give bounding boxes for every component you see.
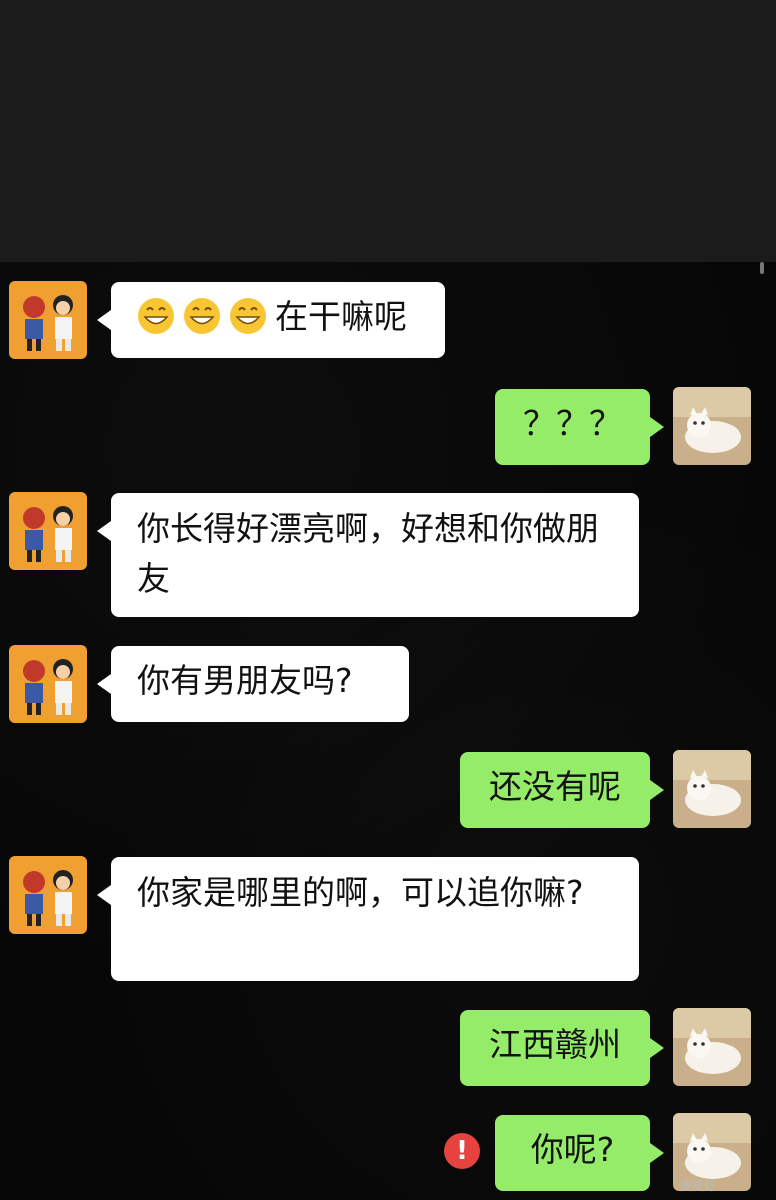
contact-avatar-icon[interactable] (9, 645, 87, 723)
message-text: 还没有呢 (489, 767, 621, 806)
message-bubble[interactable]: 你呢? (495, 1115, 664, 1191)
message-text: 你家是哪里的啊，可以追你嘛? (137, 873, 584, 912)
message-text: 你有男朋友吗? (137, 661, 353, 700)
exclamation-icon[interactable]: ! (444, 1133, 480, 1169)
message-text: 在干嘛呢 (275, 297, 407, 336)
message-bubble[interactable]: 你有男朋友吗? (97, 646, 409, 722)
grin-emoji-icon (183, 297, 221, 335)
self-avatar-icon[interactable] (673, 750, 751, 828)
chat-background (0, 262, 776, 1200)
message-bubble[interactable]: 还没有呢 (460, 752, 664, 828)
message-bubble[interactable]: ？？？ (495, 389, 664, 465)
top-dark-area (0, 0, 776, 262)
self-avatar-icon[interactable] (673, 387, 751, 465)
message-text: ？？？ (523, 404, 622, 443)
message-bubble[interactable]: 你长得好漂亮啊，好想和你做朋友 (97, 493, 639, 617)
message-bubble[interactable]: 在干嘛呢 (97, 282, 445, 358)
contact-avatar-icon[interactable] (9, 492, 87, 570)
grin-emoji-icon (229, 297, 267, 335)
self-avatar-icon[interactable] (673, 1008, 751, 1086)
message-text: 你呢? (530, 1130, 615, 1169)
message-text: 你长得好漂亮啊，好想和你做朋友 (137, 509, 599, 598)
message-text: 江西赣州 (489, 1025, 621, 1064)
contact-avatar-icon[interactable] (9, 856, 87, 934)
watermark: 皮皮虾 (679, 1179, 716, 1193)
message-bubble[interactable]: 江西赣州 (460, 1010, 664, 1086)
message-bubble[interactable]: 你家是哪里的啊，可以追你嘛? (97, 857, 639, 981)
contact-avatar-icon[interactable] (9, 281, 87, 359)
grin-emoji-icon (137, 297, 175, 335)
scrollbar[interactable] (760, 262, 764, 274)
